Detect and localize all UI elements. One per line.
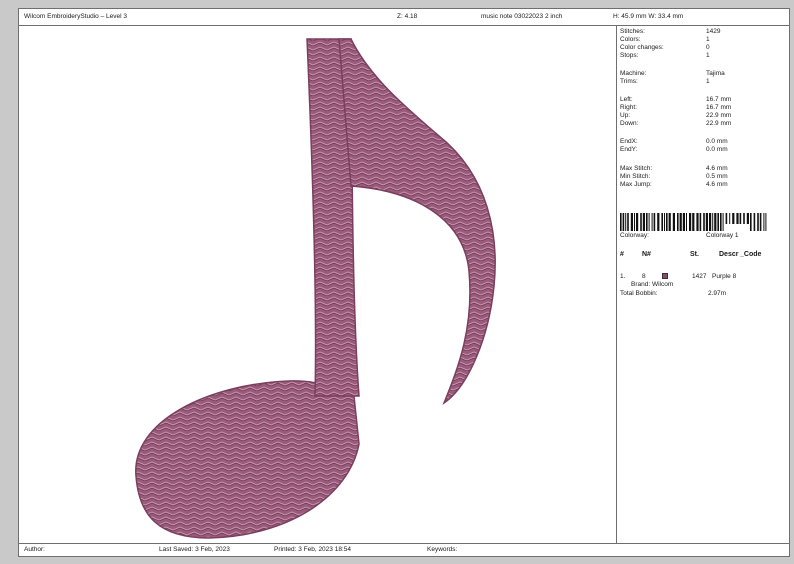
col-descr: Descr	[719, 251, 739, 258]
colorway-label: Colorway:	[620, 232, 649, 239]
barcode-icon	[620, 213, 767, 231]
stat-value: 0.0 mm	[706, 146, 728, 153]
stat-label: Max Jump:	[620, 181, 652, 188]
stat-label: EndY:	[620, 146, 638, 153]
total-bobbin-label: Total Bobbin:	[620, 290, 658, 297]
thread-color-swatch	[662, 273, 668, 279]
stat-value: 1	[706, 36, 710, 43]
stat-row: Max Stitch: 4.6 mm	[620, 165, 788, 173]
note-flag	[338, 38, 496, 406]
colorway-value: Colorway 1	[706, 232, 739, 239]
stat-row: Min Stitch: 0.5 mm	[620, 173, 788, 181]
stat-label: Min Stitch:	[620, 173, 651, 180]
stat-label: Stitches:	[620, 28, 645, 35]
design-canvas	[19, 26, 615, 542]
thread-stitches: 1427	[692, 273, 707, 280]
thread-n: 8	[642, 273, 646, 280]
stat-row: Stitches: 1429	[620, 28, 788, 36]
col-st: St.	[690, 251, 699, 258]
stat-label: Up:	[620, 112, 631, 119]
stat-row: EndX: 0.0 mm	[620, 138, 788, 146]
stat-label: Color changes:	[620, 44, 664, 51]
stitch-info-panel: Stitches: 1429 Colors: 1 Color changes: 0 Stop…	[620, 28, 788, 542]
thread-descr: Purple 8	[712, 273, 737, 280]
stat-label: Down:	[620, 120, 639, 127]
thread-num: 1.	[620, 273, 626, 280]
total-bobbin-row: Total Bobbin: 2.97m	[620, 290, 788, 298]
design-name: music note 03022023 2 inch	[481, 13, 563, 20]
stat-row: Colors: 1	[620, 36, 788, 44]
stat-row: Machine: Tajima	[620, 70, 788, 78]
keywords-label: Keywords:	[427, 546, 458, 553]
footer-bar: Author: Last Saved: 3 Feb, 2023 Printed:…	[19, 543, 789, 557]
stat-row: Stops: 1	[620, 52, 788, 60]
colorway-row: Colorway: Colorway 1	[620, 232, 788, 240]
printed-date: Printed: 3 Feb, 2023 18:54	[274, 546, 351, 553]
music-note-embroidery	[135, 38, 496, 539]
stat-value: 1429	[706, 28, 721, 35]
zoom-level: Z: 4.18	[397, 13, 418, 20]
stat-label: Colors:	[620, 36, 641, 43]
col-num: #	[620, 251, 624, 258]
stat-value: 1	[706, 78, 710, 85]
stat-row: Max Jump: 4.6 mm	[620, 181, 788, 189]
stat-label: Stops:	[620, 52, 639, 59]
col-n: N#	[642, 251, 651, 258]
stat-row: EndY: 0.0 mm	[620, 146, 788, 154]
col-code: _Code	[740, 251, 762, 258]
stat-value: Tajima	[706, 70, 725, 77]
stat-label: Trims:	[620, 78, 638, 85]
stat-label: Machine:	[620, 70, 647, 77]
last-saved: Last Saved: 3 Feb, 2023	[159, 546, 230, 553]
stat-value: 1	[706, 52, 710, 59]
stat-value: 4.6 mm	[706, 165, 728, 172]
design-size: H: 45.9 mm W: 33.4 mm	[613, 13, 684, 20]
stat-row: Left: 16.7 mm	[620, 96, 788, 104]
stat-row: Up: 22.9 mm	[620, 112, 788, 120]
app-title: Wilcom EmbroideryStudio – Level 3	[24, 13, 127, 20]
stat-row: Right: 16.7 mm	[620, 104, 788, 112]
stat-value: 0	[706, 44, 710, 51]
stat-value: 16.7 mm	[706, 104, 732, 111]
stat-label: EndX:	[620, 138, 638, 145]
stat-value: 16.7 mm	[706, 96, 732, 103]
header-bar: Wilcom EmbroideryStudio – Level 3 Z: 4.1…	[19, 9, 789, 26]
total-bobbin-value: 2.97m	[708, 290, 727, 297]
author-label: Author:	[24, 546, 45, 553]
stat-value: 0.0 mm	[706, 138, 728, 145]
stat-value: 0.5 mm	[706, 173, 728, 180]
stat-row: Down: 22.9 mm	[620, 120, 788, 128]
print-preview-sheet: Wilcom EmbroideryStudio – Level 3 Z: 4.1…	[18, 8, 790, 557]
stat-value: 22.9 mm	[706, 112, 732, 119]
panel-divider	[616, 26, 617, 543]
stat-label: Max Stitch:	[620, 165, 653, 172]
thread-brand: Brand: Wilcom	[631, 281, 674, 288]
stat-label: Right:	[620, 104, 637, 111]
stat-value: 4.6 mm	[706, 181, 728, 188]
stat-value: 22.9 mm	[706, 120, 732, 127]
stat-label: Left:	[620, 96, 633, 103]
stat-row: Color changes: 0	[620, 44, 788, 52]
thread-table-header: # N# St. Descr _Code	[620, 251, 788, 261]
stat-row: Trims: 1	[620, 78, 788, 86]
note-head	[135, 380, 360, 539]
